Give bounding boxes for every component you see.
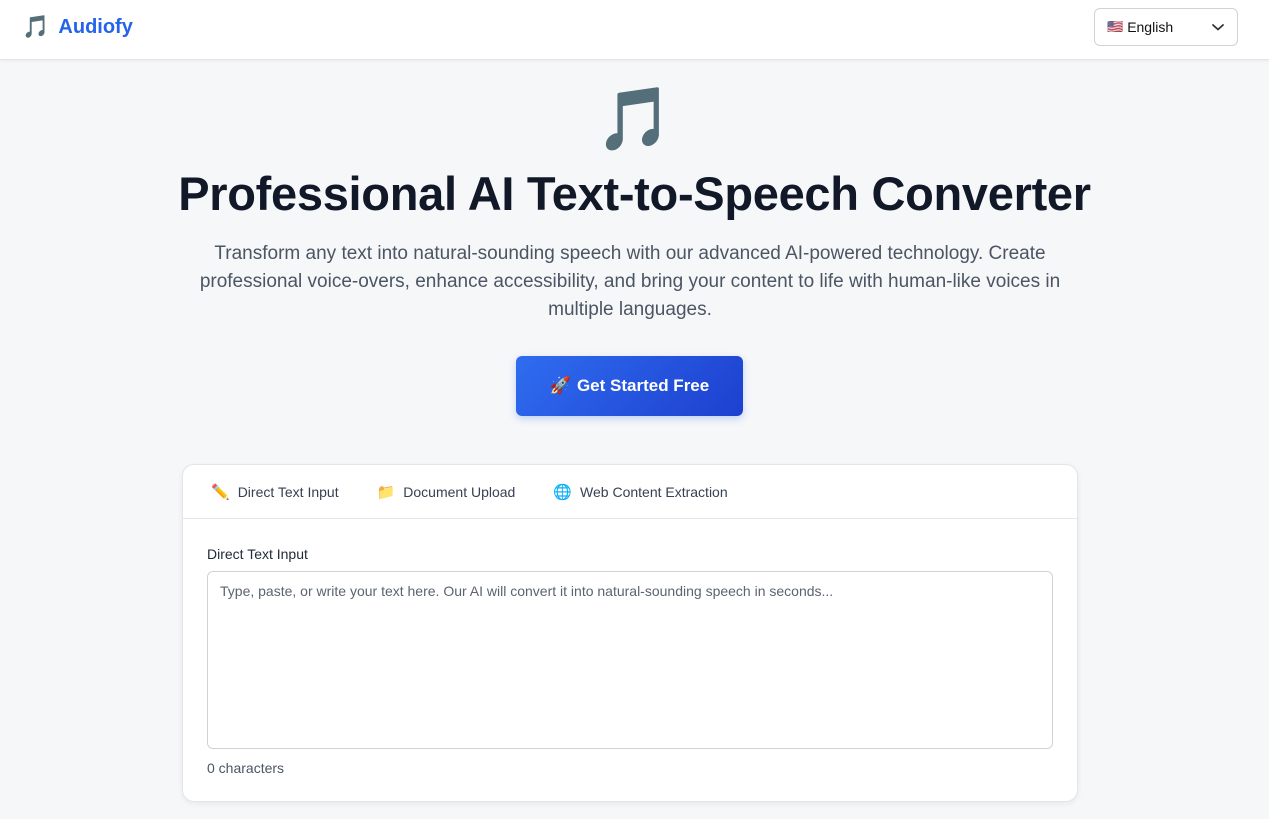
us-flag-icon: 🇺🇸 [1107, 19, 1124, 34]
tab-label: Document Upload [403, 483, 516, 500]
top-navbar: 🎵 Audiofy 🇺🇸 English [0, 0, 1269, 60]
tab-document-upload[interactable]: 📁 Document Upload [377, 483, 516, 501]
chevron-down-icon [1211, 22, 1225, 32]
text-input-area[interactable] [207, 571, 1053, 749]
music-notes-icon: 🎵 [595, 85, 674, 154]
pencil-icon: ✏️ [211, 483, 230, 501]
character-count: 0 characters [207, 760, 285, 776]
get-started-label: Get Started Free [576, 376, 710, 395]
tab-label: Web Content Extraction [580, 483, 728, 500]
language-select[interactable]: 🇺🇸 English [1094, 8, 1238, 46]
input-mode-tabs: ✏️ Direct Text Input 📁 Document Upload 🌐… [183, 465, 1077, 519]
converter-card: ✏️ Direct Text Input 📁 Document Upload 🌐… [182, 464, 1078, 802]
tab-direct-text-input[interactable]: ✏️ Direct Text Input [211, 483, 339, 501]
text-input-label: Direct Text Input [207, 546, 308, 562]
brand-logo-link[interactable]: 🎵 Audiofy [22, 13, 133, 41]
language-selected-label: English [1127, 19, 1174, 35]
tab-web-content-extraction[interactable]: 🌐 Web Content Extraction [553, 483, 727, 501]
tab-label: Direct Text Input [237, 483, 339, 500]
rocket-icon: 🚀 [549, 376, 571, 395]
music-notes-icon: 🎵 [22, 14, 50, 39]
page-title: Professional AI Text-to-Speech Converter [178, 167, 1091, 220]
folder-icon: 📁 [376, 483, 396, 501]
globe-icon: 🌐 [553, 483, 573, 501]
get-started-button[interactable]: 🚀 Get Started Free [516, 356, 743, 416]
hero-subtitle: Transform any text into natural-sounding… [199, 243, 1061, 320]
brand-name: Audiofy [58, 15, 133, 38]
